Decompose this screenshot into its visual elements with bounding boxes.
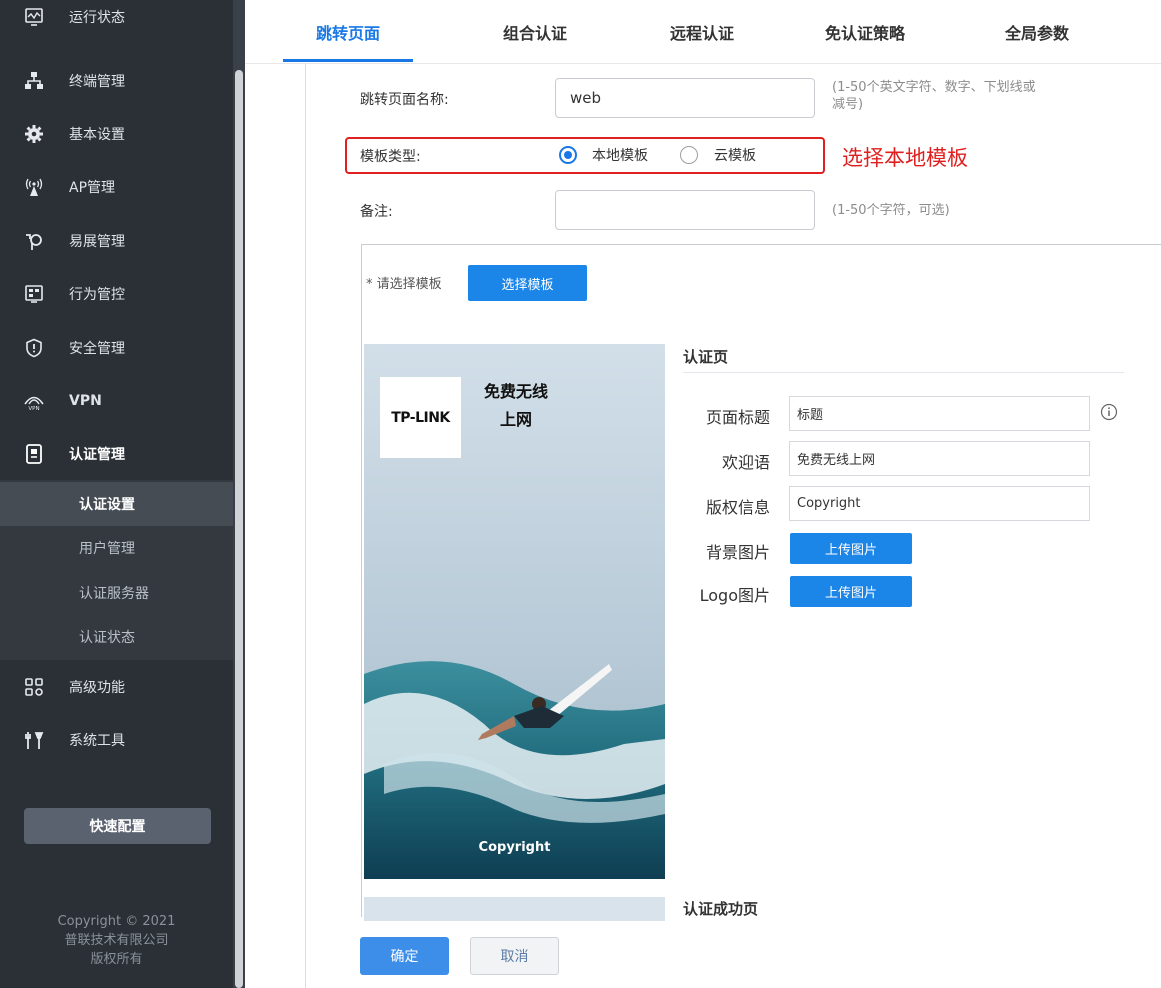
copyright-line: Copyright © 2021 [57, 914, 176, 929]
sidebar-item-basic-settings[interactable]: 基本设置 [0, 114, 233, 154]
sidebar-item-auth[interactable]: 认证管理 [0, 434, 233, 474]
page-name-hint: (1-50个英文字符、数字、下划线或 减号) [832, 79, 1036, 113]
sidebar-item-status[interactable]: 运行状态 [0, 0, 233, 37]
network-icon [23, 70, 45, 92]
preview-copyright: Copyright [478, 840, 551, 855]
shield-icon [23, 337, 45, 359]
page-name-input[interactable]: web [555, 78, 815, 118]
tab-combined-auth[interactable]: 组合认证 [470, 0, 600, 64]
sidebar-scrollbar-thumb[interactable] [235, 70, 243, 988]
sidebar-item-label: VPN [69, 393, 102, 409]
tools-icon [23, 729, 45, 751]
cloud-template-label[interactable]: 云模板 [714, 145, 756, 165]
sidebar-item-security[interactable]: 安全管理 [0, 328, 233, 368]
annotation-select-local: 选择本地模板 [842, 146, 968, 170]
company-line: 普联技术有限公司 [64, 933, 169, 948]
sidebar-item-label: 认证管理 [69, 447, 125, 463]
content-divider [305, 64, 306, 988]
sidebar-item-label: 基本设置 [69, 127, 125, 143]
sidebar-copyright: Copyright © 2021 普联技术有限公司 版权所有 [0, 912, 233, 969]
preview-title: 免费无线 上网 [466, 378, 566, 434]
sidebar-item-label: 系统工具 [69, 733, 125, 749]
vpn-icon: VPN [23, 390, 45, 412]
tab-auth-exempt-policy[interactable]: 免认证策略 [800, 0, 930, 64]
page-name-hint-line1: (1-50个英文字符、数字、下划线或 [832, 80, 1036, 95]
upload-background-button[interactable]: 上传图片 [790, 533, 912, 564]
confirm-button[interactable]: 确定 [360, 937, 449, 975]
template-type-label: 模板类型: [360, 149, 421, 165]
radio-local-template[interactable] [559, 146, 577, 164]
submenu-auth-server[interactable]: 认证服务器 [0, 571, 233, 615]
sidebar-item-label: 易展管理 [69, 234, 125, 250]
tplink-logo-text: TP-LINK [391, 409, 450, 426]
info-icon[interactable] [1100, 403, 1118, 421]
submenu-user-management[interactable]: 用户管理 [0, 526, 233, 570]
sidebar: 运行状态 终端管理 基本设置 AP管理 易展管理 行为管控 安全管理 VPN V… [0, 0, 233, 988]
sidebar-item-terminals[interactable]: 终端管理 [0, 61, 233, 101]
required-template-label: * 请选择模板 [366, 277, 442, 292]
sidebar-item-behavior[interactable]: 行为管控 [0, 274, 233, 314]
auth-device-icon [23, 443, 45, 465]
auth-page-section-title: 认证页 [683, 348, 729, 366]
sidebar-item-label: 运行状态 [69, 10, 125, 26]
cancel-button[interactable]: 取消 [470, 937, 559, 975]
tab-redirect-page[interactable]: 跳转页面 [283, 0, 413, 64]
page-title-input[interactable]: 标题 [789, 396, 1090, 431]
background-image-label: 背景图片 [705, 543, 770, 562]
logo-image-label: Logo图片 [699, 586, 770, 605]
copyright-info-input[interactable]: Copyright [789, 486, 1090, 521]
svg-text:VPN: VPN [28, 406, 39, 411]
copyright-info-label: 版权信息 [705, 498, 770, 517]
sidebar-item-vpn[interactable]: VPN VPN [0, 381, 233, 421]
sidebar-item-label: 安全管理 [69, 341, 125, 357]
select-template-button[interactable]: 选择模板 [468, 265, 587, 301]
sidebar-item-mesh[interactable]: 易展管理 [0, 221, 233, 261]
monitor-icon [23, 6, 45, 28]
sidebar-item-label: 行为管控 [69, 287, 125, 303]
preview-title-line1: 免费无线 [483, 382, 548, 401]
sidebar-item-ap[interactable]: AP管理 [0, 167, 233, 207]
behavior-control-icon [23, 283, 45, 305]
page-name-label: 跳转页面名称: [360, 92, 449, 108]
quick-config-button[interactable]: 快速配置 [24, 808, 211, 844]
submenu-auth-settings[interactable]: 认证设置 [0, 482, 233, 526]
welcome-input[interactable]: 免费无线上网 [789, 441, 1090, 476]
rights-line: 版权所有 [90, 952, 143, 967]
welcome-label: 欢迎语 [721, 453, 770, 472]
section-divider [683, 372, 1124, 373]
tab-global-params[interactable]: 全局参数 [972, 0, 1102, 64]
sidebar-item-tools[interactable]: 系统工具 [0, 720, 233, 760]
sidebar-item-label: AP管理 [69, 180, 116, 196]
tab-remote-auth[interactable]: 远程认证 [637, 0, 767, 64]
local-template-label[interactable]: 本地模板 [592, 145, 648, 165]
preview-logo: TP-LINK [380, 377, 461, 458]
wireless-ap-icon [23, 176, 45, 198]
sidebar-item-label: 终端管理 [69, 74, 125, 90]
remark-hint: (1-50个字符，可选) [832, 203, 950, 218]
sidebar-item-advanced[interactable]: 高级功能 [0, 667, 233, 707]
success-page-preview [364, 897, 665, 921]
page-title-label: 页面标题 [705, 408, 770, 427]
active-tab-indicator [283, 59, 413, 62]
mesh-icon [23, 230, 45, 252]
radio-cloud-template[interactable] [680, 146, 698, 164]
success-page-section-title: 认证成功页 [683, 900, 759, 918]
grid-gear-icon [23, 676, 45, 698]
preview-title-line2: 上网 [499, 410, 532, 429]
sidebar-item-label: 高级功能 [69, 680, 125, 696]
submenu-auth-status[interactable]: 认证状态 [0, 615, 233, 659]
upload-logo-button[interactable]: 上传图片 [790, 576, 912, 607]
gear-icon [23, 123, 45, 145]
remark-label: 备注: [360, 204, 393, 220]
remark-input[interactable] [555, 190, 815, 230]
page-name-hint-line2: 减号) [832, 97, 864, 112]
